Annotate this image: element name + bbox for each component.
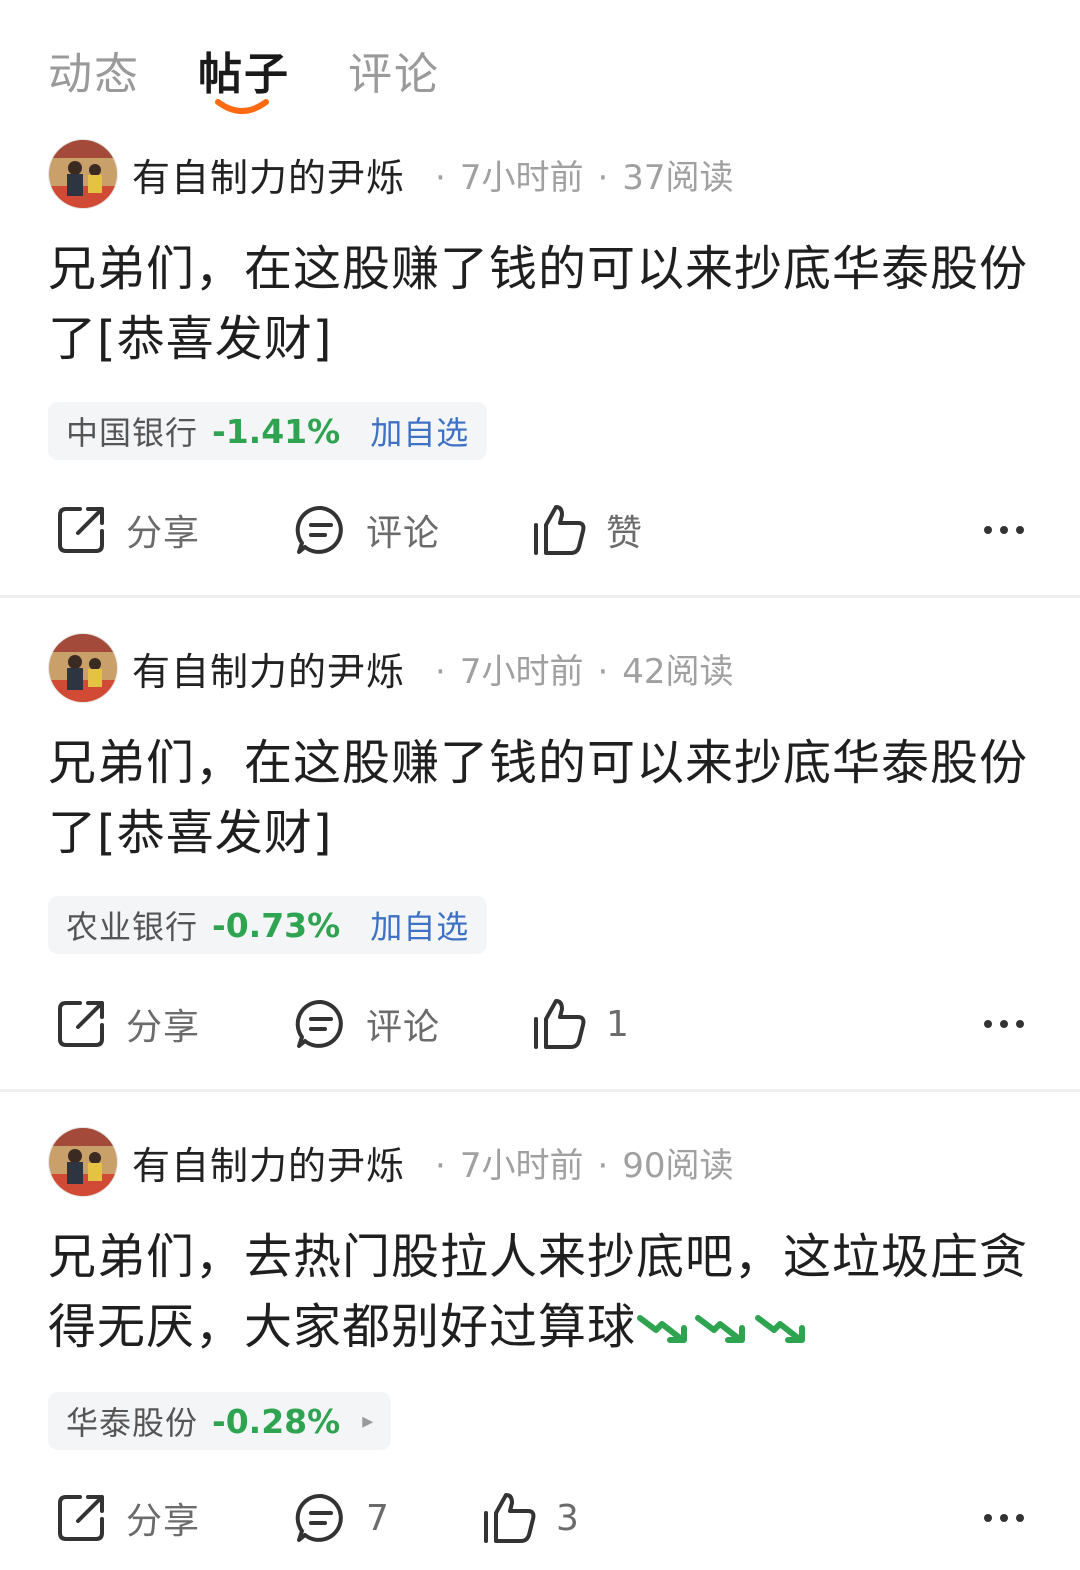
avatar[interactable] [48,633,118,703]
stock-change: -0.28% [212,1401,341,1441]
like-button[interactable]: 赞 [532,500,643,560]
more-button[interactable] [984,1488,1024,1548]
like-label: 赞 [606,513,644,554]
more-button[interactable] [984,500,1024,560]
stock-name: 中国银行 [66,414,199,452]
stock-chip[interactable]: 中国银行 -1.41% 加自选 [48,402,488,460]
read-count: 42阅读 [622,651,734,692]
like-count: 3 [556,1497,580,1539]
post-header: 有自制力的尹烁 · 7小时前 · 42阅读 [48,632,734,704]
read-count: 37阅读 [622,157,734,198]
share-icon [58,1495,104,1541]
share-icon [58,1001,104,1047]
share-label: 分享 [126,1501,201,1542]
post-content[interactable]: 兄弟们，去热门股拉人来抄底吧，这垃圾庄贪得无厌，大家都别好过算球 [48,1222,1028,1365]
post-text: 兄弟们，去热门股拉人来抄底吧，这垃圾庄贪得无厌，大家都别好过算球 [48,1229,1029,1355]
thumbs-up-icon [534,505,586,555]
post-actions: 分享 评论 赞 [0,500,1080,560]
avatar[interactable] [48,1127,118,1197]
share-button[interactable]: 分享 [54,994,200,1054]
post-time: 7小时前 [459,651,584,692]
post-actions: 分享 评论 1 [0,994,1080,1054]
more-icon [984,1514,992,1522]
post-content[interactable]: 兄弟们，在这股赚了钱的可以来抄底华泰股份了[恭喜发财] [48,234,1028,374]
stock-name: 华泰股份 [66,1404,199,1442]
share-icon [58,507,104,553]
comment-icon [295,999,343,1048]
like-button[interactable]: 3 [482,1488,580,1548]
comment-button[interactable]: 评论 [294,500,440,560]
share-button[interactable]: 分享 [54,1488,200,1548]
stock-name: 农业银行 [66,908,199,946]
avatar-image [49,634,117,702]
post-meta: · 7小时前 · 42阅读 [435,651,734,692]
author-name[interactable]: 有自制力的尹烁 [132,1135,405,1190]
post-meta: · 7小时前 · 37阅读 [435,157,734,198]
stock-chip[interactable]: 农业银行 -0.73% 加自选 [48,896,488,954]
comment-icon [295,505,343,554]
comment-label: 评论 [366,513,441,554]
share-label: 分享 [126,513,201,554]
post-header: 有自制力的尹烁 · 7小时前 · 90阅读 [48,1126,734,1198]
stock-change: -1.41% [212,411,341,451]
avatar[interactable] [48,139,118,209]
avatar-image [49,1128,117,1196]
comment-count: 7 [366,1497,390,1539]
thumbs-up-icon [534,999,586,1049]
trend-down-icon [636,1295,692,1365]
active-tab-indicator [215,99,269,114]
add-watchlist-button[interactable]: 加自选 [370,408,469,454]
more-icon [984,1020,992,1028]
comment-button[interactable]: 评论 [294,994,440,1054]
comment-label: 评论 [366,1007,441,1048]
comment-icon [295,1493,343,1542]
add-watchlist-button[interactable]: 加自选 [370,902,469,948]
tab-dynamics[interactable]: 动态 [48,38,140,102]
stock-change: -0.73% [212,905,341,945]
share-button[interactable]: 分享 [54,500,200,560]
trend-down-icon [692,1295,752,1365]
post-divider [0,595,1080,598]
thumbs-up-icon [484,1493,536,1543]
share-label: 分享 [126,1007,201,1048]
post-actions: 分享 7 3 [0,1488,1080,1548]
post-divider [0,1089,1080,1092]
post-time: 7小时前 [459,157,584,198]
chevron-right-icon: ▸ [362,1408,374,1434]
post-time: 7小时前 [459,1145,584,1186]
like-count: 1 [606,1003,630,1045]
read-count: 90阅读 [622,1145,734,1186]
post-meta: · 7小时前 · 90阅读 [435,1145,734,1186]
avatar-image [49,140,117,208]
more-button[interactable] [984,994,1024,1054]
author-name[interactable]: 有自制力的尹烁 [132,147,405,202]
tab-posts[interactable]: 帖子 [198,38,290,102]
tab-bar: 动态 帖子 评论 [0,0,1080,128]
trend-down-icon [752,1295,812,1365]
like-button[interactable]: 1 [532,994,630,1054]
post-content[interactable]: 兄弟们，在这股赚了钱的可以来抄底华泰股份了[恭喜发财] [48,728,1028,868]
more-icon [984,526,992,534]
stock-chip[interactable]: 华泰股份 -0.28% ▸ [48,1392,392,1450]
comment-button[interactable]: 7 [294,1488,390,1548]
tab-comments[interactable]: 评论 [348,38,440,102]
author-name[interactable]: 有自制力的尹烁 [132,641,405,696]
post-header: 有自制力的尹烁 · 7小时前 · 37阅读 [48,138,734,210]
